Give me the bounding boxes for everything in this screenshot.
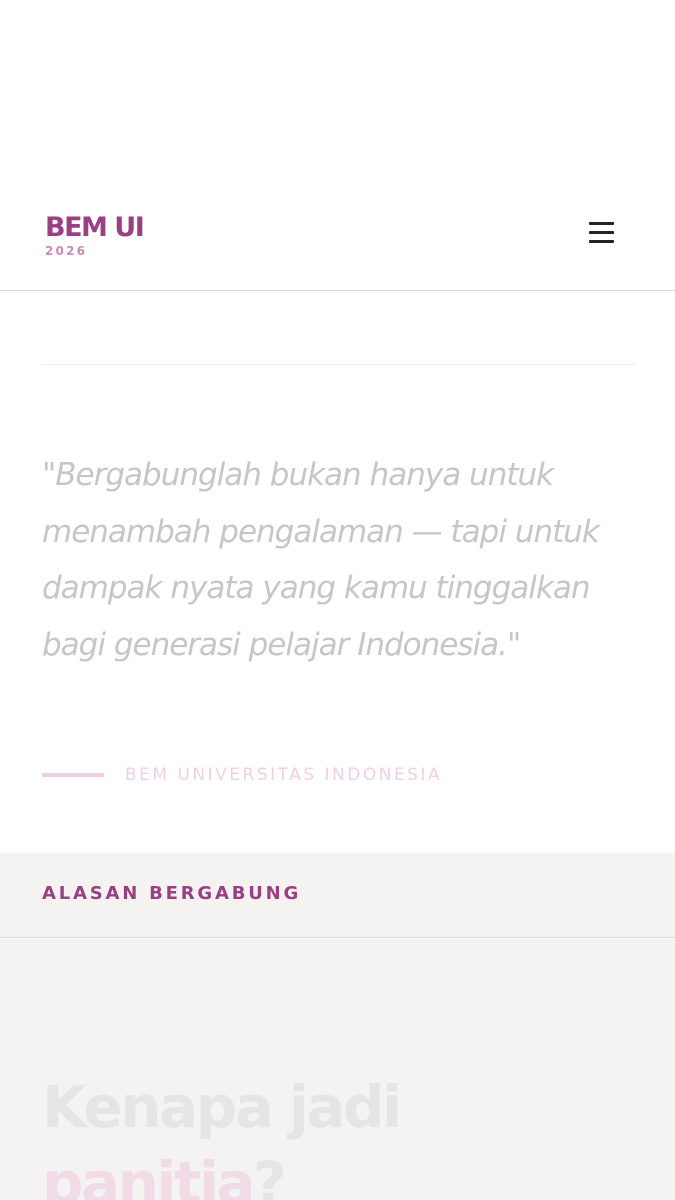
quote-attribution: BEM UNIVERSITAS INDONESIA [42,765,442,785]
quote-section: "Bergabunglah bukan hanya untuk menambah… [0,292,675,853]
brand-year: 2026 [45,244,88,258]
section-label: ALASAN BERGABUNG [42,883,302,904]
reasons-label-bar: ALASAN BERGABUNG [0,853,675,938]
menu-bar-line [589,240,614,243]
menu-bar-line [589,231,614,234]
hamburger-menu-icon[interactable] [587,218,617,248]
title-end: ? [253,1149,287,1200]
menu-bar-line [589,222,614,225]
title-accent: panitia [42,1149,256,1200]
section-divider [42,364,635,365]
section-title: Kenapa jadi panitia? [42,1069,402,1200]
reasons-section: Kenapa jadi panitia? [0,939,675,1200]
quote-author: BEM UNIVERSITAS INDONESIA [125,765,443,785]
brand-logo[interactable]: BEM UI 2026 [45,212,145,258]
attribution-line [42,773,104,777]
page: BEM UI 2026 "Bergabunglah bukan hanya un… [0,0,675,1200]
site-header: BEM UI 2026 [0,196,675,291]
quote-text: "Bergabunglah bukan hanya untuk menambah… [42,457,600,663]
title-part: Kenapa jadi [42,1073,402,1141]
brand-name: BEM UI [45,212,145,243]
